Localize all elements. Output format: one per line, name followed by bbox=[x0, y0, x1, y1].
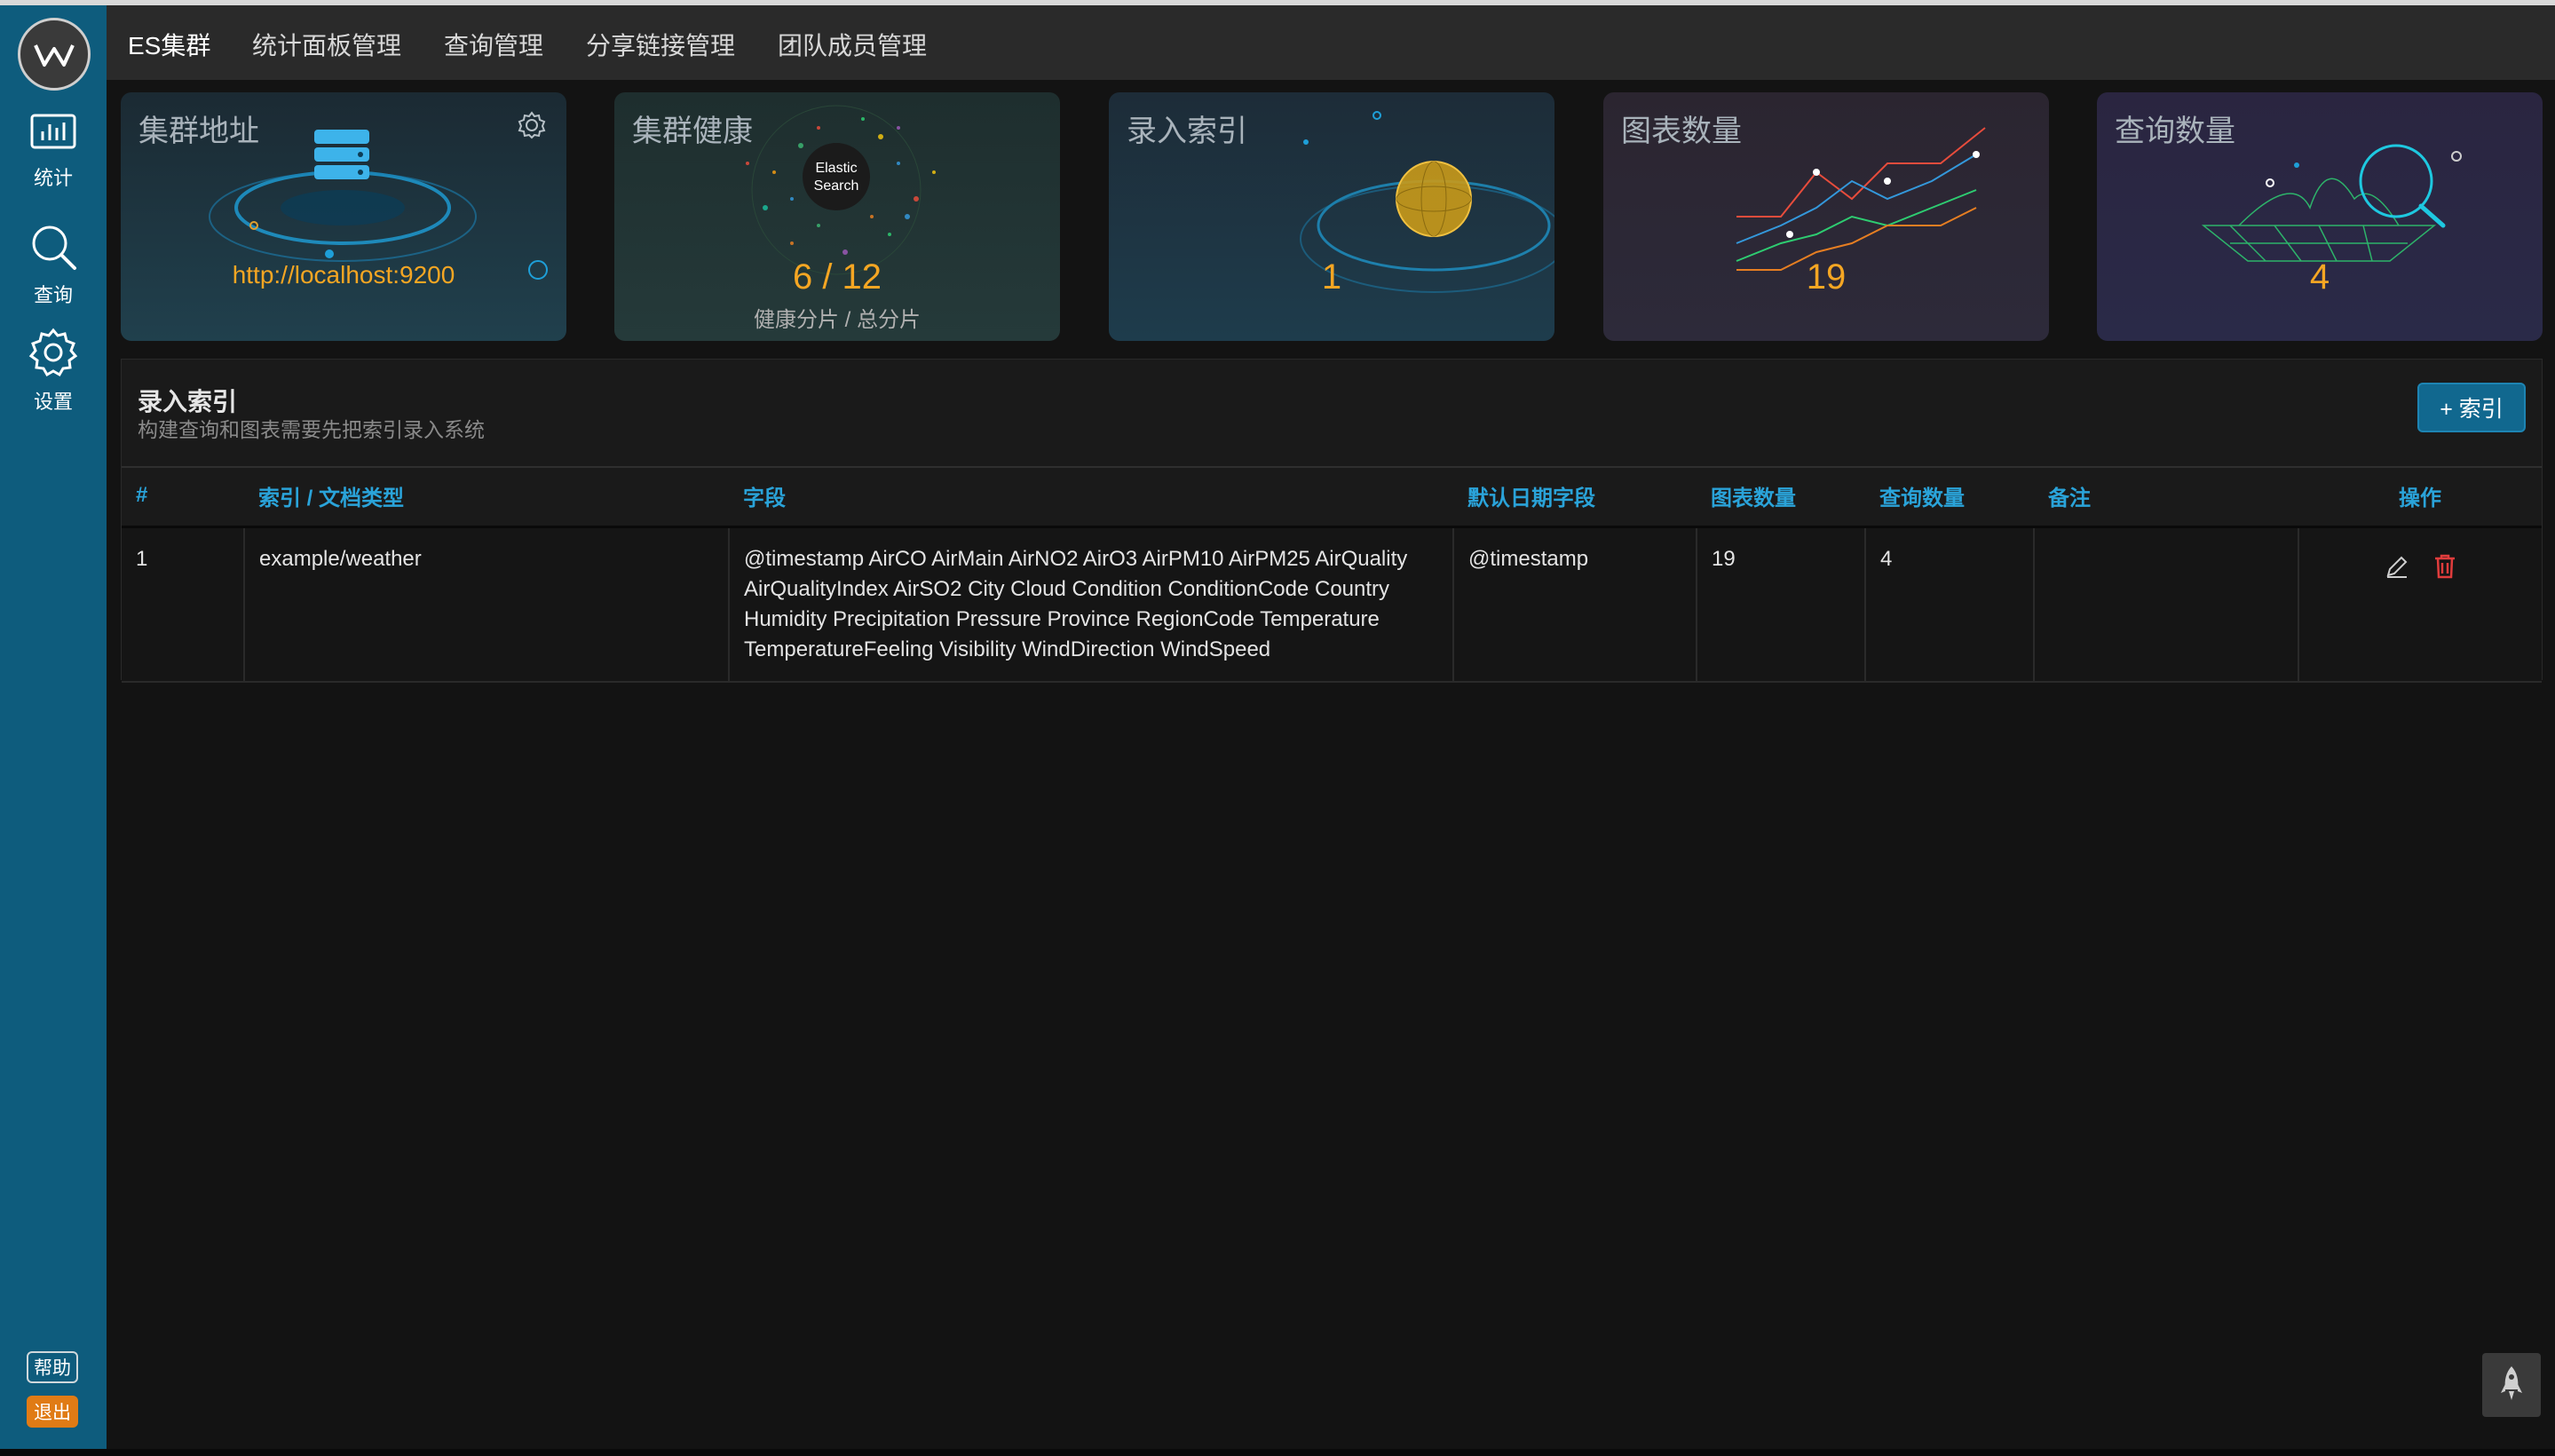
tab-team-manage[interactable]: 团队成员管理 bbox=[778, 27, 927, 62]
sidebar-item-stats[interactable]: 统计 bbox=[0, 112, 107, 191]
delete-trash-icon[interactable] bbox=[2432, 553, 2457, 589]
cell-fields: @timestamp AirCO AirMain AirNO2 AirO3 Ai… bbox=[729, 526, 1454, 683]
logo-w-icon[interactable] bbox=[18, 18, 91, 91]
add-index-button[interactable]: + 索引 bbox=[2417, 383, 2526, 432]
col-header-date-field: 默认日期字段 bbox=[1453, 466, 1697, 528]
settings-gear-icon[interactable] bbox=[517, 110, 547, 145]
gear-icon bbox=[0, 327, 107, 383]
card-indexes: 录入索引 1 bbox=[1109, 92, 1554, 341]
card-title: 集群地址 bbox=[138, 115, 259, 148]
table-row: 1 example/weather @timestamp AirCO AirMa… bbox=[122, 526, 2542, 683]
col-header-fields: 字段 bbox=[729, 466, 1453, 528]
card-title: 录入索引 bbox=[1127, 115, 1247, 148]
card-cluster-address: 集群地址 http://localhost:9200 bbox=[121, 92, 566, 341]
cell-charts: 19 bbox=[1697, 526, 1866, 683]
card-charts: 图表数量 19 bbox=[1603, 92, 2049, 341]
sidebar: 统计 查询 设置 帮助 退出 bbox=[0, 5, 107, 1449]
table-header-row: # 索引 / 文档类型 字段 默认日期字段 图表数量 查询数量 备注 操作 bbox=[122, 466, 2542, 528]
top-nav: ES集群 统计面板管理 查询管理 分享链接管理 团队成员管理 bbox=[107, 5, 2555, 80]
search-label: Search bbox=[814, 178, 859, 194]
rocket-icon bbox=[2500, 1365, 2523, 1406]
back-to-top-button[interactable] bbox=[2482, 1353, 2541, 1417]
card-title: 图表数量 bbox=[1621, 115, 1742, 148]
col-header-queries: 查询数量 bbox=[1865, 466, 2034, 528]
cell-index: example/weather bbox=[244, 526, 730, 683]
edit-icon[interactable] bbox=[2384, 553, 2410, 589]
search-icon bbox=[0, 222, 107, 276]
index-panel: 录入索引 构建查询和图表需要先把索引录入系统 + 索引 # 索引 / 文档类型 … bbox=[121, 359, 2543, 683]
card-title: 集群健康 bbox=[632, 115, 753, 148]
card-title: 查询数量 bbox=[2115, 115, 2235, 148]
tab-query-manage[interactable]: 查询管理 bbox=[444, 27, 543, 62]
logout-button[interactable]: 退出 bbox=[27, 1396, 78, 1428]
help-button[interactable]: 帮助 bbox=[27, 1351, 78, 1383]
sidebar-item-label: 设置 bbox=[33, 391, 73, 413]
tab-dashboard-manage[interactable]: 统计面板管理 bbox=[252, 27, 401, 62]
cell-date-field: @timestamp bbox=[1453, 526, 1697, 683]
col-header-num: # bbox=[122, 466, 244, 528]
col-header-note: 备注 bbox=[2034, 466, 2298, 528]
cell-actions bbox=[2298, 526, 2542, 683]
tab-share-link-manage[interactable]: 分享链接管理 bbox=[586, 27, 735, 62]
sidebar-item-query[interactable]: 查询 bbox=[0, 222, 107, 308]
col-header-actions: 操作 bbox=[2298, 466, 2542, 528]
index-table: # 索引 / 文档类型 字段 默认日期字段 图表数量 查询数量 备注 操作 1 … bbox=[122, 466, 2542, 683]
card-cluster-health: Elastic Search 集群健康 6 / 12 健康分片 / 总分片 bbox=[614, 92, 1060, 341]
sidebar-item-label: 统计 bbox=[33, 167, 73, 189]
panel-subtitle: 构建查询和图表需要先把索引录入系统 bbox=[138, 418, 485, 441]
bottom-strip bbox=[0, 1449, 2555, 1456]
cluster-address-value: http://localhost:9200 bbox=[232, 261, 455, 289]
card-queries: 查询数量 4 bbox=[2097, 92, 2543, 341]
col-header-charts: 图表数量 bbox=[1697, 466, 1865, 528]
panel-header: 录入索引 构建查询和图表需要先把索引录入系统 + 索引 bbox=[122, 360, 2542, 468]
cell-note bbox=[2034, 526, 2299, 683]
queries-count-value: 4 bbox=[2309, 257, 2330, 297]
app-root: 统计 查询 设置 帮助 退出 ES集群 统计面板管理 查询管理 分享链接管理 团… bbox=[0, 0, 2555, 1456]
sidebar-item-label: 查询 bbox=[33, 284, 73, 306]
tab-es-cluster[interactable]: ES集群 bbox=[128, 27, 210, 62]
health-shards-caption: 健康分片 / 总分片 bbox=[753, 308, 921, 332]
indexes-count-value: 1 bbox=[1321, 257, 1342, 297]
cell-num: 1 bbox=[122, 526, 245, 683]
bar-chart-icon bbox=[0, 112, 107, 159]
health-shards-value: 6 / 12 bbox=[792, 257, 882, 297]
cell-queries: 4 bbox=[1865, 526, 2035, 683]
charts-count-value: 19 bbox=[1806, 257, 1847, 297]
elastic-label: Elastic bbox=[815, 161, 857, 176]
col-header-index: 索引 / 文档类型 bbox=[244, 466, 729, 528]
sidebar-item-settings[interactable]: 设置 bbox=[0, 327, 107, 415]
